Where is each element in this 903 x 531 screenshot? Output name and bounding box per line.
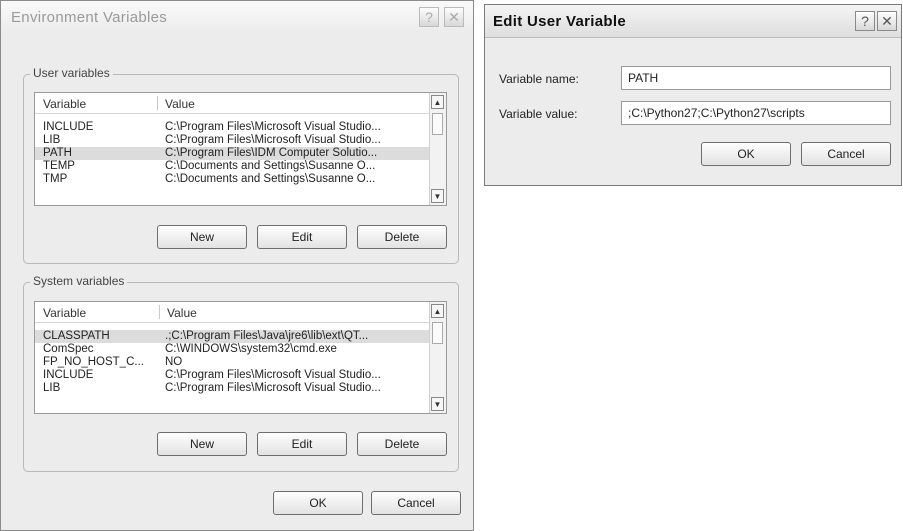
close-icon[interactable]: ✕ [444,7,464,27]
table-row-selected[interactable]: PATH C:\Program Files\IDM Computer Soluti… [35,147,446,160]
user-variables-label: User variables [30,66,113,80]
user-edit-button[interactable]: Edit [257,225,347,249]
system-delete-button[interactable]: Delete [357,432,447,456]
cancel-button[interactable]: Cancel [371,491,461,515]
user-new-button[interactable]: New [157,225,247,249]
table-row[interactable]: TEMP C:\Documents and Settings\Susanne O.… [35,160,446,173]
list-header: Variable Value [35,93,446,114]
table-row[interactable]: LIB C:\Program Files\Microsoft Visual Stu… [35,382,446,395]
title-bar: Edit User Variable ? ✕ [485,5,901,38]
scroll-down-icon[interactable]: ▼ [431,397,444,411]
table-row[interactable]: FP_NO_HOST_C... NO [35,356,446,369]
table-row[interactable]: LIB C:\Program Files\Microsoft Visual Stu… [35,134,446,147]
vertical-scrollbar[interactable]: ▲ ▼ [429,302,446,413]
variable-name-field[interactable]: PATH [621,66,891,90]
cancel-button[interactable]: Cancel [801,142,891,166]
close-icon[interactable]: ✕ [877,11,897,31]
help-button[interactable]: ? [855,11,875,31]
system-variables-label: System variables [30,274,128,288]
variable-value-label: Variable value: [499,107,578,121]
system-new-button[interactable]: New [157,432,247,456]
system-variables-list[interactable]: Variable Value CLASSPATH .;C:\Program Fil… [34,301,447,414]
scroll-down-icon[interactable]: ▼ [431,189,444,203]
dialog-title: Environment Variables [11,9,168,26]
ok-button[interactable]: OK [273,491,363,515]
help-button[interactable]: ? [419,7,439,27]
table-row[interactable]: TMP C:\Documents and Settings\Susanne O..… [35,173,446,186]
table-row[interactable]: ComSpec C:\WINDOWS\system32\cmd.exe [35,343,446,356]
dialog-title: Edit User Variable [493,13,626,30]
scroll-up-icon[interactable]: ▲ [431,95,444,109]
scroll-up-icon[interactable]: ▲ [431,304,444,318]
title-bar: Environment Variables ? ✕ [1,1,473,33]
edit-user-variable-dialog: Edit User Variable ? ✕ Variable name: PA… [484,4,902,186]
variable-value-field[interactable]: ;C:\Python27;C:\Python27\scripts [621,101,891,125]
table-row[interactable]: INCLUDE C:\Program Files\Microsoft Visual… [35,121,446,134]
scroll-thumb[interactable] [432,322,443,344]
vertical-scrollbar[interactable]: ▲ ▼ [429,93,446,205]
column-header-value[interactable]: Value [167,306,197,320]
column-header-variable[interactable]: Variable [43,97,86,111]
list-header: Variable Value [35,302,446,323]
table-row[interactable]: INCLUDE C:\Program Files\Microsoft Visual… [35,369,446,382]
table-row-selected[interactable]: CLASSPATH .;C:\Program Files\Java\jre6\li… [35,330,446,343]
scroll-thumb[interactable] [432,113,443,135]
variable-name-label: Variable name: [499,72,579,86]
column-header-value[interactable]: Value [165,97,195,111]
user-delete-button[interactable]: Delete [357,225,447,249]
environment-variables-dialog: Environment Variables ? ✕ User variables… [0,0,474,531]
ok-button[interactable]: OK [701,142,791,166]
user-variables-list[interactable]: Variable Value INCLUDE C:\Program Files\M… [34,92,447,206]
system-edit-button[interactable]: Edit [257,432,347,456]
column-header-variable[interactable]: Variable [43,306,86,320]
